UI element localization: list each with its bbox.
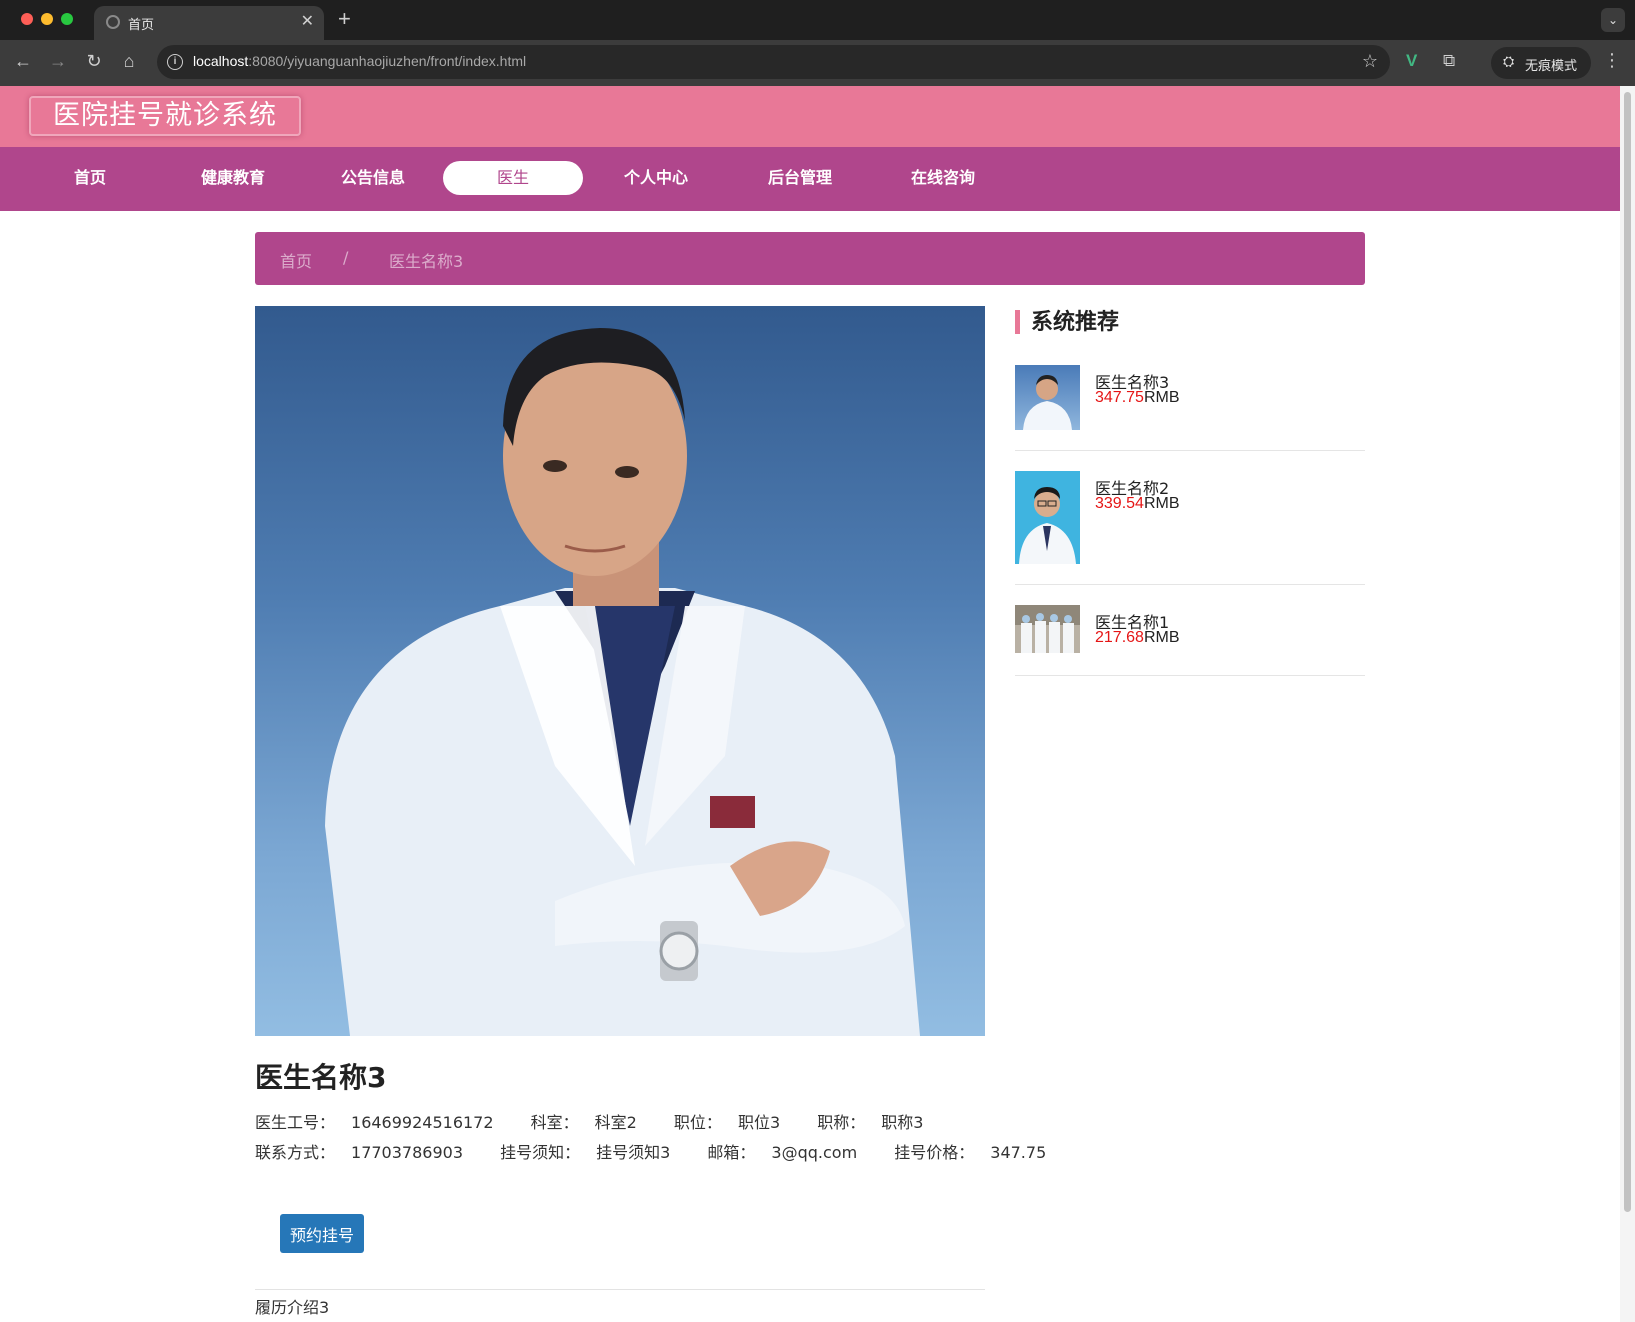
recommend-item[interactable]: 医生名称2 339.54RMB xyxy=(1015,471,1365,585)
recommend-price: 339.54RMB xyxy=(1095,495,1180,512)
site-header: 医院挂号就诊系统 xyxy=(0,86,1620,147)
scrollbar-thumb[interactable] xyxy=(1624,92,1631,1212)
page-scrollbar[interactable] xyxy=(1620,86,1635,1322)
bookmark-star-icon[interactable]: ☆ xyxy=(1362,51,1378,72)
email-field: 邮箱： 3@qq.com xyxy=(707,1143,858,1162)
main-nav: 首页 健康教育 公告信息 医生 个人中心 后台管理 在线咨询 xyxy=(0,147,1620,211)
extensions-puzzle-icon[interactable]: ⧉ xyxy=(1443,51,1455,71)
browser-tab-bar: 首页 ✕ + ⌄ xyxy=(0,0,1635,40)
nav-item-home[interactable]: 首页 xyxy=(35,161,145,195)
url-text[interactable]: localhost:8080/yiyuanguanhaojiuzhen/fron… xyxy=(193,53,526,69)
nav-item-personal-center[interactable]: 个人中心 xyxy=(601,161,711,195)
reload-icon[interactable]: ↻ xyxy=(82,51,106,72)
recommend-title-accent xyxy=(1015,310,1020,334)
incognito-badge[interactable]: ⛭ 无痕模式 xyxy=(1491,47,1591,79)
incognito-label: 无痕模式 xyxy=(1525,58,1578,73)
back-icon[interactable]: ← xyxy=(11,51,35,72)
tab-close-icon[interactable]: ✕ xyxy=(301,11,314,31)
price-field: 挂号价格： 347.75 xyxy=(894,1143,1047,1162)
nav-item-health-education[interactable]: 健康教育 xyxy=(178,161,288,195)
minimize-window-icon[interactable] xyxy=(41,13,53,25)
breadcrumb-current: 医生名称3 xyxy=(389,252,464,271)
nav-item-online-consult[interactable]: 在线咨询 xyxy=(888,161,998,195)
tab-title: 首页 xyxy=(128,17,155,32)
nav-item-admin[interactable]: 后台管理 xyxy=(745,161,855,195)
doctor-photo xyxy=(255,306,985,1036)
recommend-title: 系统推荐 xyxy=(1031,310,1120,335)
contact-field: 联系方式： 17703786903 xyxy=(255,1143,463,1162)
department-field: 科室： 科室2 xyxy=(530,1113,637,1132)
address-bar[interactable]: i localhost:8080/yiyuanguanhaojiuzhen/fr… xyxy=(157,45,1390,79)
recommend-item[interactable]: 医生名称3 347.75RMB xyxy=(1015,365,1365,451)
section-divider xyxy=(255,1289,985,1290)
page-viewport: 医院挂号就诊系统 首页 健康教育 公告信息 医生 个人中心 后台管理 在线咨询 … xyxy=(0,86,1635,1322)
book-appointment-button[interactable]: 预约挂号 xyxy=(280,1214,364,1253)
doctor-info-line-1: 医生工号： 16469924516172 科室： 科室2 职位： 职位3 职称： 职称3 xyxy=(255,1109,955,1133)
recommend-price: 347.75RMB xyxy=(1095,389,1180,406)
recommend-thumb[interactable] xyxy=(1015,365,1080,430)
doctor-info-line-2: 联系方式： 17703786903 挂号须知： 挂号须知3 邮箱： 3@qq.com … xyxy=(255,1139,1078,1163)
doctor-id-field: 医生工号： 16469924516172 xyxy=(255,1113,494,1132)
tab-search-icon[interactable]: ⌄ xyxy=(1601,8,1625,32)
vue-devtools-icon[interactable]: V xyxy=(1406,51,1417,71)
site-title: 医院挂号就诊系统 xyxy=(29,96,301,136)
browser-tab[interactable]: 首页 ✕ xyxy=(94,6,324,40)
close-window-icon[interactable] xyxy=(21,13,33,25)
recommend-item[interactable]: 医生名称1 217.68RMB xyxy=(1015,605,1365,676)
breadcrumb: 首页 / 医生名称3 xyxy=(255,232,1365,285)
browser-menu-icon[interactable]: ⋮ xyxy=(1603,50,1621,71)
recommend-price: 217.68RMB xyxy=(1095,629,1180,646)
breadcrumb-separator: / xyxy=(343,248,349,267)
doctor-intro: 履历介绍3 xyxy=(255,1298,330,1317)
recommend-thumb[interactable] xyxy=(1015,471,1080,564)
forward-icon[interactable]: → xyxy=(46,51,70,72)
position-field: 职位： 职位3 xyxy=(673,1113,781,1132)
doctor-name: 医生名称3 xyxy=(255,1061,387,1094)
recommend-thumb[interactable] xyxy=(1015,605,1080,653)
nav-item-doctors[interactable]: 医生 xyxy=(443,161,583,195)
nav-item-announcements[interactable]: 公告信息 xyxy=(318,161,428,195)
maximize-window-icon[interactable] xyxy=(61,13,73,25)
breadcrumb-home[interactable]: 首页 xyxy=(280,248,312,272)
new-tab-icon[interactable]: + xyxy=(338,6,351,32)
registration-notice-field: 挂号须知： 挂号须知3 xyxy=(500,1143,671,1162)
home-icon[interactable]: ⌂ xyxy=(117,51,141,72)
site-info-icon[interactable]: i xyxy=(167,54,183,70)
title-field: 职称： 职称3 xyxy=(817,1113,924,1132)
globe-icon xyxy=(106,15,120,29)
browser-toolbar: ← → ↻ ⌂ i localhost:8080/yiyuanguanhaoji… xyxy=(0,40,1635,86)
doctor-portrait-image xyxy=(325,328,920,1036)
incognito-icon: ⛭ xyxy=(1503,53,1515,69)
